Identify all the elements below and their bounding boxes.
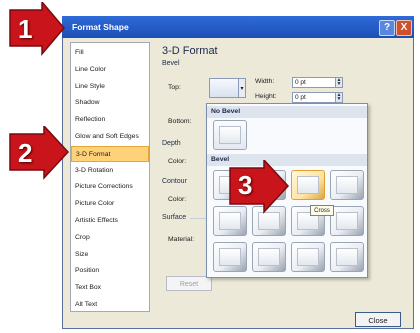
width-label: Width: bbox=[255, 78, 275, 85]
no-bevel-tile[interactable] bbox=[213, 120, 247, 150]
category-item[interactable]: Artistic Effects bbox=[71, 213, 149, 229]
height-label: Height: bbox=[255, 93, 277, 100]
bevel-preset-face bbox=[336, 248, 358, 266]
callout-number-2: 2 bbox=[18, 138, 33, 168]
pane-heading: 3-D Format bbox=[162, 45, 218, 57]
bevel-section-label: Bevel bbox=[162, 60, 180, 67]
category-item[interactable]: Glow and Soft Edges bbox=[71, 129, 149, 145]
category-item[interactable]: Picture Color bbox=[71, 196, 149, 212]
bevel-width-spinner[interactable]: ▲ ▼ bbox=[335, 77, 343, 88]
reset-button[interactable]: Reset bbox=[166, 276, 212, 291]
callout-arrow-2 bbox=[9, 126, 70, 180]
bevel-preset-tile[interactable] bbox=[291, 170, 325, 200]
bevel-tooltip: Cross bbox=[310, 205, 334, 216]
close-window-button[interactable]: X bbox=[396, 20, 412, 36]
category-list: Fill Line Color Line Style Shadow Reflection… bbox=[70, 42, 150, 312]
category-item[interactable]: Crop bbox=[71, 230, 149, 246]
depth-color-label: Color: bbox=[168, 158, 187, 165]
category-item[interactable]: 3-D Format bbox=[71, 145, 149, 162]
category-item[interactable]: Position bbox=[71, 263, 149, 279]
bevel-width-input[interactable]: 0 pt bbox=[292, 77, 338, 88]
category-item[interactable]: Text Box bbox=[71, 280, 149, 296]
top-bevel-dropdown-arrow[interactable]: ▾ bbox=[239, 78, 246, 98]
bevel-preset-face bbox=[336, 212, 358, 230]
no-bevel-header: No Bevel bbox=[207, 106, 367, 118]
depth-section-label: Depth bbox=[162, 140, 181, 147]
help-button[interactable]: ? bbox=[379, 20, 395, 36]
category-item[interactable]: Shadow bbox=[71, 95, 149, 111]
surface-divider bbox=[190, 218, 206, 219]
contour-section-label: Contour bbox=[162, 178, 187, 185]
bevel-preset-tile[interactable] bbox=[213, 242, 247, 272]
bevel-preset-face bbox=[219, 248, 241, 266]
category-item[interactable]: Reflection bbox=[71, 112, 149, 128]
surface-section-label: Surface bbox=[162, 214, 187, 221]
bevel-preset-face bbox=[336, 176, 358, 194]
bevel-preset-tile[interactable] bbox=[330, 242, 364, 272]
category-item[interactable]: Line Color bbox=[71, 62, 149, 78]
callout-arrow-3 bbox=[229, 160, 290, 214]
callout-number-1: 1 bbox=[18, 14, 33, 44]
top-bevel-button[interactable] bbox=[209, 78, 239, 98]
category-item[interactable]: Picture Corrections bbox=[71, 179, 149, 195]
bevel-height-input[interactable]: 0 pt bbox=[292, 92, 338, 103]
bevel-preset-tile[interactable] bbox=[330, 170, 364, 200]
bevel-preset-face bbox=[297, 176, 319, 194]
category-item[interactable]: Line Style bbox=[71, 79, 149, 95]
callout-arrow-1 bbox=[9, 2, 65, 57]
category-item[interactable]: Size bbox=[71, 247, 149, 263]
bevel-preset-tile[interactable] bbox=[330, 206, 364, 236]
bevel-preset-tile[interactable] bbox=[252, 242, 286, 272]
category-item[interactable]: Fill bbox=[71, 45, 149, 61]
bevel-preset-face bbox=[297, 248, 319, 266]
top-label: Top: bbox=[168, 84, 181, 91]
close-button[interactable]: Close bbox=[355, 312, 401, 327]
category-item[interactable]: Alt Text bbox=[71, 297, 149, 313]
bottom-label: Bottom: bbox=[168, 118, 192, 125]
bevel-preset-face bbox=[258, 248, 280, 266]
callout-number-3: 3 bbox=[238, 170, 253, 200]
dialog-title: Format Shape bbox=[72, 22, 129, 32]
material-label: Material: bbox=[168, 236, 195, 243]
bevel-preset-tile[interactable] bbox=[291, 242, 325, 272]
contour-color-label: Color: bbox=[168, 196, 187, 203]
category-item[interactable]: 3-D Rotation bbox=[71, 163, 149, 179]
bevel-height-spinner[interactable]: ▲ ▼ bbox=[335, 92, 343, 103]
